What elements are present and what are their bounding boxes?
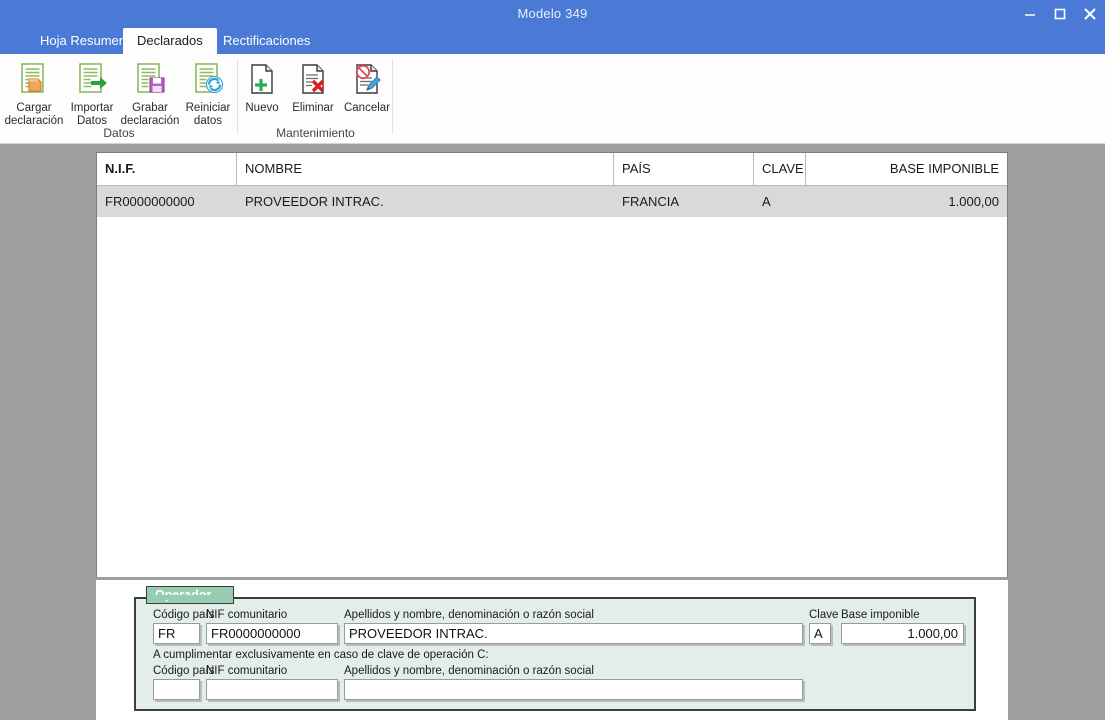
document-folder-icon — [3, 58, 65, 100]
operador-groupbox: Código país NIF comunitario Apellidos y … — [134, 597, 976, 711]
declarados-grid: N.I.F. NOMBRE PAÍS CLAVE BASE IMPONIBLE … — [96, 152, 1008, 577]
label-nif-comunitario-2: NIF comunitario — [206, 665, 288, 677]
ribbon-button-cargar-declaracion[interactable]: Cargar declaración — [3, 58, 65, 128]
label-clave: Clave — [809, 609, 839, 621]
label-base-imponible: Base imponible — [841, 609, 920, 621]
application-window: Modelo 349 Hoja Resumen Declarados Recti… — [0, 0, 1105, 720]
ribbon-button-eliminar[interactable]: Eliminar — [285, 58, 341, 115]
input-codigo-pais-2[interactable] — [153, 679, 200, 700]
ribbon-button-nuevo[interactable]: Nuevo — [238, 58, 286, 115]
ribbon-group-mantenimiento: Nuevo Eliminar Cancelar Mantenimiento — [238, 54, 393, 143]
tab-declarados[interactable]: Declarados — [123, 28, 217, 54]
grid-column-header-clave[interactable]: CLAVE — [754, 153, 806, 185]
ribbon-button-label: Cargar declaración — [4, 102, 64, 127]
page-plus-icon — [238, 58, 286, 100]
grid-cell-pais: FRANCIA — [622, 194, 680, 209]
grid-column-header-nif[interactable]: N.I.F. — [97, 153, 237, 185]
window-title: Modelo 349 — [517, 6, 588, 21]
ribbon-button-label: Reiniciar datos — [185, 102, 231, 127]
tab-rectificaciones[interactable]: Rectificaciones — [209, 28, 324, 54]
grid-cell-nombre: PROVEEDOR INTRAC. — [245, 194, 384, 209]
ribbon-group-label-mantenimiento: Mantenimiento — [276, 126, 355, 140]
document-import-arrow-icon — [61, 58, 123, 100]
close-icon — [1084, 8, 1096, 20]
input-codigo-pais-1[interactable]: FR — [153, 623, 200, 644]
ribbon-button-label: Cancelar — [343, 102, 391, 114]
ribbon-group-datos: Cargar declaración Importar Datos Grabar… — [0, 54, 238, 143]
grid-cell-clave: A — [762, 194, 771, 209]
ribbon: Cargar declaración Importar Datos Grabar… — [0, 54, 1105, 144]
grid-cell-nif: FR0000000000 — [105, 194, 195, 209]
input-nif-comunitario-2[interactable] — [206, 679, 338, 700]
minimize-button[interactable] — [1015, 0, 1045, 28]
minimize-icon — [1025, 14, 1035, 16]
input-apellidos-2[interactable] — [344, 679, 803, 700]
clave-c-note: A cumplimentar exclusivamente en caso de… — [153, 649, 489, 661]
page-delete-icon — [285, 58, 341, 100]
label-apellidos-2: Apellidos y nombre, denominación o razón… — [344, 665, 594, 677]
groupbox-title-mask — [147, 595, 233, 600]
grid-column-header-base-imponible[interactable]: BASE IMPONIBLE — [806, 153, 1007, 185]
maximize-button[interactable] — [1045, 0, 1075, 28]
ribbon-group-separator-end — [392, 60, 393, 134]
label-apellidos-1: Apellidos y nombre, denominación o razón… — [344, 609, 594, 621]
ribbon-button-label: Nuevo — [245, 102, 279, 114]
maximize-icon — [1054, 8, 1066, 20]
grid-column-header-pais[interactable]: PAÍS — [614, 153, 754, 185]
window-controls — [1015, 0, 1105, 28]
table-row[interactable]: FR0000000000 PROVEEDOR INTRAC. FRANCIA A… — [97, 186, 1007, 217]
input-base-imponible[interactable]: 1.000,00 — [841, 623, 964, 644]
grid-header-row: N.I.F. NOMBRE PAÍS CLAVE BASE IMPONIBLE — [97, 153, 1007, 186]
grid-empty-area[interactable] — [97, 217, 1007, 577]
ribbon-button-grabar-declaracion[interactable]: Grabar declaración — [119, 58, 181, 128]
label-nif-comunitario-1: NIF comunitario — [206, 609, 288, 621]
grid-cell-base-imponible: 1.000,00 — [948, 194, 999, 209]
input-apellidos-1[interactable]: PROVEEDOR INTRAC. — [344, 623, 803, 644]
ribbon-button-reiniciar-datos[interactable]: Reiniciar datos — [177, 58, 239, 128]
ribbon-group-label-datos: Datos — [103, 126, 135, 140]
ribbon-tabstrip: Hoja Resumen Declarados Rectificaciones — [0, 28, 1105, 54]
close-button[interactable] — [1075, 0, 1105, 28]
input-clave[interactable]: A — [809, 623, 831, 644]
ribbon-button-label: Importar Datos — [70, 102, 114, 127]
ribbon-button-importar-datos[interactable]: Importar Datos — [61, 58, 123, 128]
document-refresh-icon — [177, 58, 239, 100]
document-save-floppy-icon — [119, 58, 181, 100]
ribbon-button-cancelar[interactable]: Cancelar — [340, 58, 394, 115]
title-bar: Modelo 349 — [0, 0, 1105, 28]
input-nif-comunitario-1[interactable]: FR0000000000 — [206, 623, 338, 644]
grid-column-header-nombre[interactable]: NOMBRE — [237, 153, 614, 185]
page-cancel-pencil-icon — [340, 58, 394, 100]
ribbon-button-label: Grabar declaración — [120, 102, 180, 127]
ribbon-button-label: Eliminar — [292, 102, 334, 114]
